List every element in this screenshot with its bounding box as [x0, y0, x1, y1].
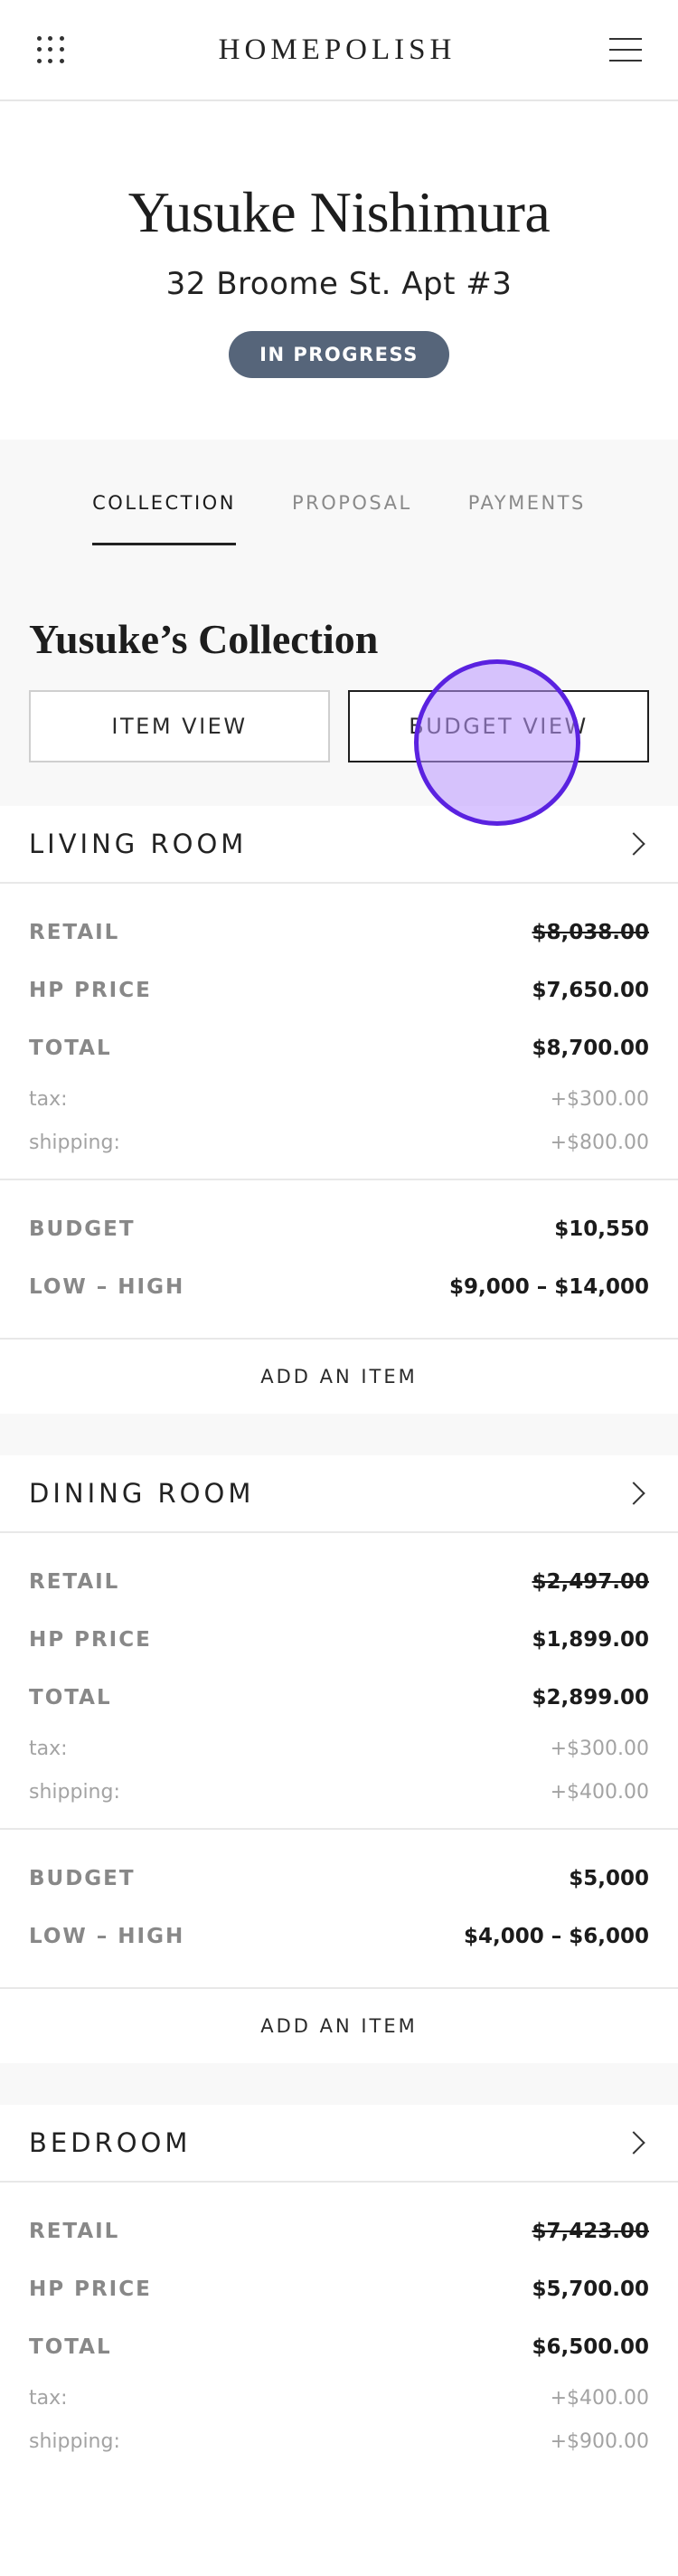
total-value: $6,500.00	[532, 2335, 650, 2359]
total-value: $8,700.00	[532, 1037, 650, 1060]
retail-row: RETAIL $7,423.00	[29, 2202, 649, 2260]
price-summary: RETAIL $8,038.00 HP PRICE $7,650.00 TOTA…	[0, 884, 678, 1179]
low-high-label: LOW – HIGH	[29, 1925, 185, 1948]
budget-value: $5,000	[569, 1867, 649, 1890]
chevron-right-icon	[622, 2131, 645, 2155]
low-high-value: $9,000 – $14,000	[448, 1275, 649, 1299]
collection-section: COLLECTION PROPOSAL PAYMENTS Yusuke’s Co…	[0, 440, 678, 2477]
chevron-right-icon	[622, 1482, 645, 1505]
shipping-row: shipping: +$900.00	[29, 2420, 649, 2463]
tax-value: +$400.00	[550, 2386, 649, 2410]
shipping-label: shipping:	[29, 2429, 120, 2453]
total-row: TOTAL $8,700.00	[29, 1019, 649, 1077]
hp-price-row: HP PRICE $7,650.00	[29, 961, 649, 1019]
tax-row: tax: +$300.00	[29, 1077, 649, 1121]
tax-value: +$300.00	[550, 1087, 649, 1111]
item-view-button[interactable]: ITEM VIEW	[29, 690, 330, 762]
room-name: DINING ROOM	[29, 1478, 255, 1509]
hp-price-row: HP PRICE $1,899.00	[29, 1611, 649, 1669]
tab-proposal[interactable]: PROPOSAL	[292, 492, 412, 568]
retail-value: $7,423.00	[532, 2220, 650, 2243]
status-badge: IN PROGRESS	[229, 331, 449, 378]
tax-row: tax: +$300.00	[29, 1727, 649, 1770]
view-toggle: ITEM VIEW BUDGET VIEW	[0, 659, 678, 826]
client-hero: Yusuke Nishimura 32 Broome St. Apt #3 IN…	[0, 101, 678, 440]
budget-label: BUDGET	[29, 1217, 136, 1241]
collection-title: Yusuke’s Collection	[29, 616, 379, 662]
budget-view-button[interactable]: BUDGET VIEW	[348, 690, 649, 762]
section-gap	[0, 1414, 678, 1455]
total-row: TOTAL $2,899.00	[29, 1669, 649, 1727]
total-label: TOTAL	[29, 2335, 112, 2359]
hp-price-value: $7,650.00	[532, 979, 650, 1002]
client-address: 32 Broome St. Apt #3	[165, 266, 513, 302]
retail-value: $2,497.00	[532, 1570, 650, 1594]
hp-price-value: $1,899.00	[532, 1628, 650, 1652]
tax-label: tax:	[29, 1087, 68, 1111]
room-header[interactable]: LIVING ROOM	[0, 806, 678, 884]
retail-label: RETAIL	[29, 1570, 120, 1594]
budget-row: BUDGET $5,000	[29, 1850, 649, 1908]
shipping-row: shipping: +$400.00	[29, 1770, 649, 1814]
total-label: TOTAL	[29, 1686, 112, 1709]
grid-dots-icon[interactable]	[36, 35, 65, 64]
budget-label: BUDGET	[29, 1867, 136, 1890]
brand-logo[interactable]: HOMEPOLISH	[219, 33, 457, 67]
hp-price-row: HP PRICE $5,700.00	[29, 2260, 649, 2318]
top-bar: HOMEPOLISH	[0, 0, 678, 101]
shipping-value: +$400.00	[550, 1780, 649, 1804]
price-summary: RETAIL $7,423.00 HP PRICE $5,700.00 TOTA…	[0, 2183, 678, 2477]
add-item-button[interactable]: ADD AN ITEM	[0, 1987, 678, 2063]
budget-summary: BUDGET $10,550 LOW – HIGH $9,000 – $14,0…	[0, 1180, 678, 1338]
retail-label: RETAIL	[29, 921, 120, 944]
hp-price-label: HP PRICE	[29, 979, 152, 1002]
shipping-value: +$900.00	[550, 2429, 649, 2453]
total-label: TOTAL	[29, 1037, 112, 1060]
low-high-value: $4,000 – $6,000	[463, 1925, 649, 1948]
hp-price-value: $5,700.00	[532, 2278, 650, 2301]
budget-row: BUDGET $10,550	[29, 1200, 649, 1258]
price-summary: RETAIL $2,497.00 HP PRICE $1,899.00 TOTA…	[0, 1533, 678, 1828]
tab-payments[interactable]: PAYMENTS	[468, 492, 586, 568]
room-card-bedroom: BEDROOM RETAIL $7,423.00 HP PRICE $5,700…	[0, 2105, 678, 2477]
tab-collection[interactable]: COLLECTION	[92, 492, 236, 568]
room-name: LIVING ROOM	[29, 829, 248, 859]
chevron-right-icon	[622, 832, 645, 856]
low-high-label: LOW – HIGH	[29, 1275, 185, 1299]
tax-row: tax: +$400.00	[29, 2376, 649, 2420]
hp-price-label: HP PRICE	[29, 1628, 152, 1652]
tax-label: tax:	[29, 1737, 68, 1760]
retail-row: RETAIL $8,038.00	[29, 904, 649, 961]
budget-summary: BUDGET $5,000 LOW – HIGH $4,000 – $6,000	[0, 1830, 678, 1987]
hamburger-menu-icon[interactable]	[609, 38, 642, 62]
room-card-living-room: LIVING ROOM RETAIL $8,038.00 HP PRICE $7…	[0, 806, 678, 1414]
hp-price-label: HP PRICE	[29, 2278, 152, 2301]
budget-value: $10,550	[554, 1217, 649, 1241]
tax-value: +$300.00	[550, 1737, 649, 1760]
total-value: $2,899.00	[532, 1686, 650, 1709]
retail-label: RETAIL	[29, 2220, 120, 2243]
room-header[interactable]: BEDROOM	[0, 2105, 678, 2183]
shipping-label: shipping:	[29, 1131, 120, 1154]
shipping-row: shipping: +$800.00	[29, 1121, 649, 1164]
low-high-row: LOW – HIGH $9,000 – $14,000	[29, 1258, 649, 1316]
tax-label: tax:	[29, 2386, 68, 2410]
client-name: Yusuke Nishimura	[127, 180, 551, 244]
room-name: BEDROOM	[29, 2127, 192, 2158]
room-header[interactable]: DINING ROOM	[0, 1455, 678, 1533]
add-item-button[interactable]: ADD AN ITEM	[0, 1338, 678, 1414]
total-row: TOTAL $6,500.00	[29, 2318, 649, 2376]
tab-bar: COLLECTION PROPOSAL PAYMENTS	[0, 492, 678, 568]
retail-value: $8,038.00	[532, 921, 650, 944]
low-high-row: LOW – HIGH $4,000 – $6,000	[29, 1908, 649, 1965]
shipping-value: +$800.00	[550, 1131, 649, 1154]
section-gap	[0, 2063, 678, 2105]
shipping-label: shipping:	[29, 1780, 120, 1804]
retail-row: RETAIL $2,497.00	[29, 1553, 649, 1611]
room-card-dining-room: DINING ROOM RETAIL $2,497.00 HP PRICE $1…	[0, 1455, 678, 2063]
